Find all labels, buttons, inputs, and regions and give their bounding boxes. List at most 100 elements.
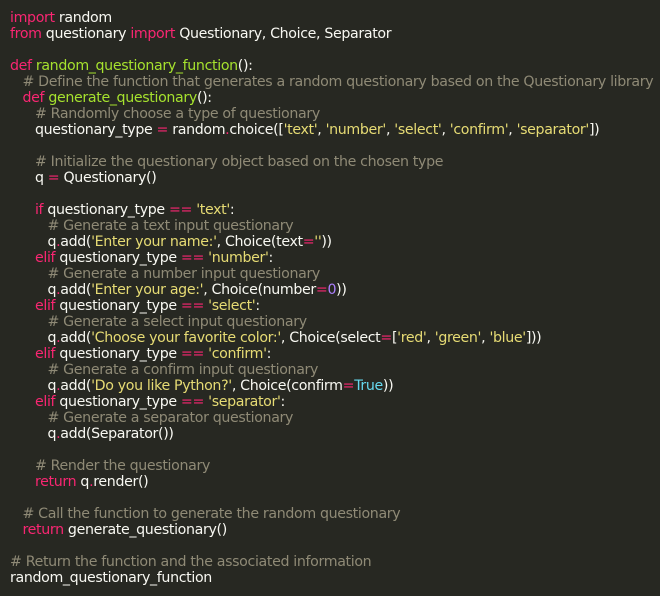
- code-line: elif questionary_type == 'confirm':: [10, 346, 660, 362]
- code-token: :: [266, 346, 272, 362]
- code-line: # Generate a number input questionary: [10, 266, 660, 282]
- code-token: from: [10, 26, 42, 42]
- code-line: if questionary_type == 'text':: [10, 202, 660, 218]
- code-token: elif: [34, 346, 56, 362]
- code-token: import: [10, 10, 55, 26]
- code-token: questionary_type: [55, 346, 181, 362]
- code-line: q.add('Enter your name:', Choice(text=''…: [10, 234, 660, 250]
- code-token: # Generate a select input questionary: [47, 314, 307, 330]
- code-token: 'blue': [489, 330, 526, 346]
- code-token: :: [255, 298, 260, 314]
- code-token: q: [10, 426, 57, 442]
- code-token: ,: [508, 122, 517, 138]
- code-line: import random: [10, 10, 660, 26]
- code-line: # Define the function that generates a r…: [10, 74, 660, 90]
- code-token: # Generate a confirm input questionary: [47, 362, 319, 378]
- code-token: random_questionary_function: [35, 58, 238, 74]
- code-token: # Randomly choose a type of questionary: [34, 106, 320, 122]
- code-line: random_questionary_function: [10, 570, 660, 586]
- code-line: def random_questionary_function():: [10, 58, 660, 74]
- code-line: # Call the function to generate the rand…: [10, 506, 660, 522]
- code-token: =: [342, 378, 355, 394]
- code-token: random: [168, 122, 226, 138]
- code-line: q.add('Do you like Python?', Choice(conf…: [10, 378, 660, 394]
- code-token: elif: [34, 298, 56, 314]
- code-token: , Choice(confirm: [231, 378, 343, 394]
- code-token: 'separator': [516, 122, 590, 138]
- code-token: add(Separator()): [60, 426, 174, 442]
- code-token: # Generate a text input questionary: [47, 218, 294, 234]
- code-token: ,: [426, 330, 435, 346]
- code-token: # Generate a separator questionary: [47, 410, 294, 426]
- code-token: return: [34, 474, 77, 490]
- code-token: :: [229, 202, 235, 218]
- code-token: =: [380, 330, 392, 346]
- code-token: q: [10, 378, 57, 394]
- code-token: )): [382, 378, 394, 394]
- code-token: ==: [180, 346, 204, 362]
- code-line: # Randomly choose a type of questionary: [10, 106, 660, 122]
- code-token: ==: [168, 202, 193, 218]
- code-token: , Choice(number: [203, 282, 316, 298]
- code-token: ==: [180, 394, 204, 410]
- code-line: elif questionary_type == 'select':: [10, 298, 660, 314]
- code-token: 'Choose your favorite color:': [91, 330, 281, 346]
- code-token: 'select': [394, 122, 442, 138]
- code-token: ,: [317, 122, 326, 138]
- code-token: add(: [60, 330, 92, 346]
- code-token: =: [47, 170, 60, 186]
- code-line: elif questionary_type == 'separator':: [10, 394, 660, 410]
- code-token: =: [156, 122, 169, 138]
- code-token: 'text': [196, 202, 230, 218]
- code-editor[interactable]: import random from questionary import Que…: [0, 0, 660, 596]
- code-token: choice([: [229, 122, 284, 138]
- code-token: questionary_type: [55, 394, 181, 410]
- code-token: random: [54, 10, 112, 26]
- code-token: generate_questionary(): [63, 522, 227, 538]
- code-line: return q.render(): [10, 474, 660, 490]
- code-token: 'Enter your age:': [91, 282, 204, 298]
- code-token: ==: [180, 298, 204, 314]
- code-token: 'select': [208, 298, 256, 314]
- code-line: # Return the function and the associated…: [10, 554, 660, 570]
- code-token: , Choice(select: [280, 330, 381, 346]
- code-token: Questionary(): [59, 170, 157, 186]
- code-line: elif questionary_type == 'number':: [10, 250, 660, 266]
- code-token: Questionary, Choice, Separator: [175, 26, 392, 42]
- code-token: True: [354, 378, 383, 394]
- code-token: =: [302, 234, 315, 250]
- code-token: q: [10, 282, 57, 298]
- code-token: # Call the function to generate the rand…: [22, 506, 401, 522]
- code-token: 'text': [283, 122, 318, 138]
- code-token: :: [268, 250, 274, 266]
- code-line: # Generate a text input questionary: [10, 218, 660, 234]
- code-token: ==: [180, 250, 204, 266]
- code-token: )): [321, 234, 332, 250]
- code-token: ,: [441, 122, 450, 138]
- code-token: ]): [588, 122, 600, 138]
- code-token: elif: [34, 394, 56, 410]
- code-token: # Return the function and the associated…: [10, 554, 372, 570]
- code-line: # Generate a select input questionary: [10, 314, 660, 330]
- code-token: q: [76, 474, 90, 490]
- code-token: 'Do you like Python?': [91, 378, 232, 394]
- code-token: ])): [525, 330, 542, 346]
